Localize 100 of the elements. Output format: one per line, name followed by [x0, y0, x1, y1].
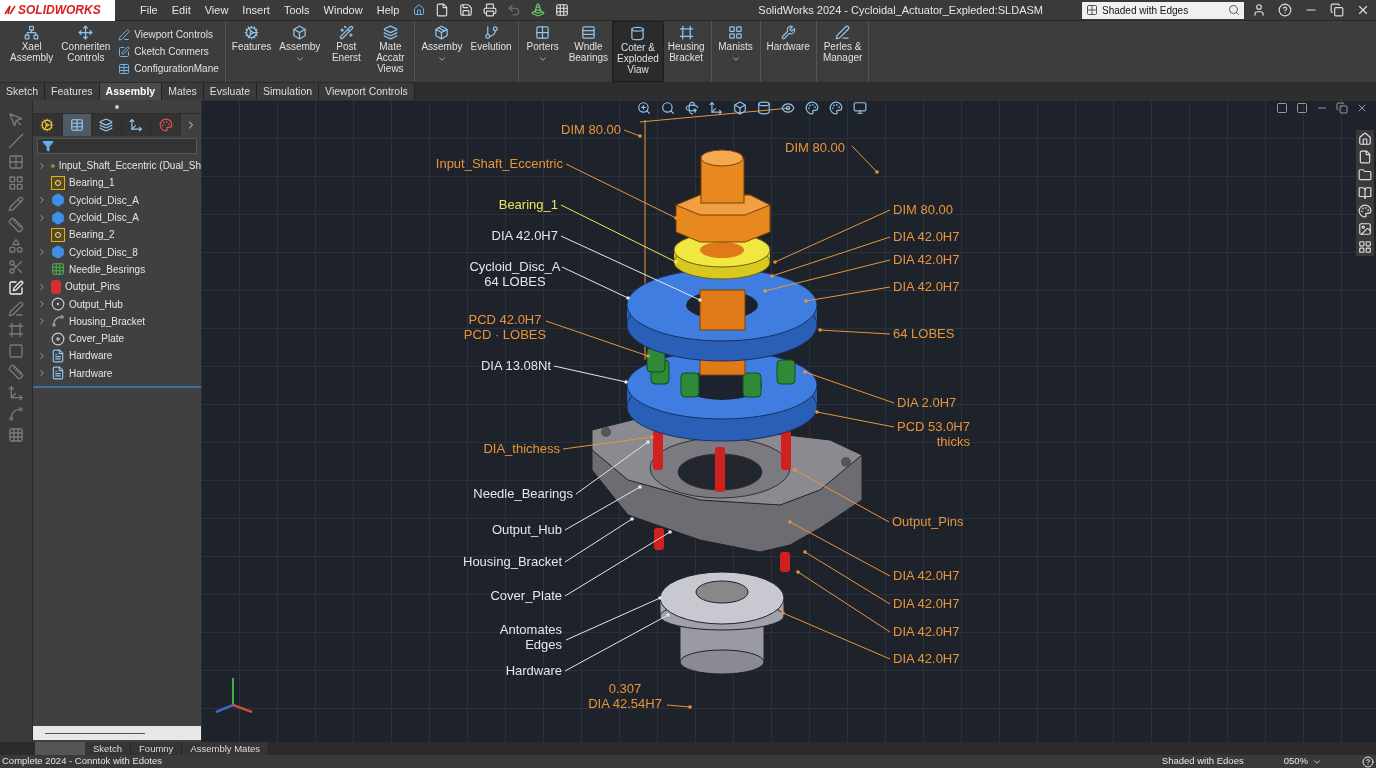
- toolbar-button[interactable]: Porters: [520, 21, 565, 82]
- file-icon[interactable]: [435, 3, 450, 17]
- toolbar-button[interactable]: Features: [227, 21, 276, 82]
- expand-icon[interactable]: [37, 247, 47, 258]
- tree-item[interactable]: Input_Shaft_Eccentric (Dual_Sh: [33, 157, 201, 175]
- close-icon[interactable]: [1356, 3, 1370, 17]
- line-icon[interactable]: [8, 133, 24, 149]
- tree-item[interactable]: Hardware: [33, 347, 201, 365]
- palette-icon[interactable]: [1358, 204, 1372, 218]
- expand-icon[interactable]: [37, 299, 47, 309]
- panel-tab[interactable]: [62, 114, 93, 136]
- menu-item[interactable]: Edit: [171, 1, 191, 19]
- toolbar-button[interactable]: Evelution: [466, 21, 516, 82]
- tree-item[interactable]: Output_Pins: [33, 278, 201, 296]
- book-icon[interactable]: [1358, 186, 1372, 200]
- tab[interactable]: Foumny: [131, 742, 183, 755]
- monitor-icon[interactable]: [853, 101, 867, 115]
- expand-icon[interactable]: [37, 316, 47, 327]
- user-icon[interactable]: [1252, 3, 1266, 17]
- tree-item[interactable]: Bearing_1: [33, 174, 201, 192]
- search-field[interactable]: Shaded with Edges: [1082, 1, 1244, 19]
- expand-icon[interactable]: [37, 368, 47, 379]
- grid-icon[interactable]: [1358, 240, 1372, 254]
- menu-item[interactable]: File: [140, 1, 158, 19]
- ruler-icon[interactable]: [8, 217, 24, 233]
- toolbar-button[interactable]: Heusing Bracket: [663, 21, 709, 82]
- panel-tab[interactable]: [151, 114, 181, 136]
- palette-icon[interactable]: [805, 101, 819, 115]
- frame-icon[interactable]: [8, 322, 24, 338]
- toolbar-button[interactable]: Xael Assembly: [6, 21, 58, 82]
- zoom-icon[interactable]: [637, 101, 651, 115]
- toolbar-button[interactable]: Cketch Conmers: [118, 44, 219, 59]
- tree-item[interactable]: Cycloid_Disc_8: [33, 243, 201, 261]
- toolbar-button[interactable]: ConfigurationMane: [118, 61, 219, 76]
- expand-icon[interactable]: [37, 160, 47, 171]
- cube-icon[interactable]: [733, 101, 747, 115]
- scissors-icon[interactable]: [8, 259, 24, 275]
- spline-icon[interactable]: [8, 406, 24, 422]
- menu-item[interactable]: Insert: [242, 1, 270, 19]
- viewport-canvas[interactable]: [201, 100, 1376, 742]
- help-icon[interactable]: [1362, 755, 1374, 768]
- tab[interactable]: Mates: [162, 83, 204, 100]
- tree-item[interactable]: Hardware: [33, 364, 201, 382]
- folder-icon[interactable]: [1358, 168, 1372, 182]
- menu-item[interactable]: Help: [376, 1, 400, 19]
- zoom-level[interactable]: 050%: [1283, 754, 1308, 768]
- ruler-icon[interactable]: [8, 364, 24, 380]
- tab[interactable]: Assembly Mates: [182, 742, 270, 755]
- toolbar-button[interactable]: Viewport Controls: [118, 27, 219, 42]
- toolbar-button[interactable]: Manists: [713, 21, 758, 82]
- filter-field[interactable]: [37, 138, 197, 154]
- menu-item[interactable]: View: [204, 1, 229, 19]
- close-icon[interactable]: [1356, 102, 1368, 114]
- move-icon[interactable]: [709, 101, 723, 115]
- tree-item[interactable]: Cycloid_Disc_A: [33, 191, 201, 209]
- expand-icon[interactable]: [37, 212, 47, 223]
- toolbar-button[interactable]: Perles & Manager: [818, 21, 867, 82]
- toolbar-button[interactable]: Assemby: [275, 21, 325, 82]
- tab[interactable]: Sketch: [0, 83, 46, 100]
- tree-item[interactable]: Housing_Bracket: [33, 312, 201, 330]
- save-icon[interactable]: [459, 3, 474, 17]
- undo-icon[interactable]: [507, 3, 522, 17]
- tree-item[interactable]: Needle_Besrings: [33, 260, 201, 279]
- file-icon[interactable]: [1358, 150, 1372, 164]
- home-icon[interactable]: [413, 4, 426, 16]
- tree-item[interactable]: Cycloid_Disc_A: [33, 208, 201, 227]
- app-logo[interactable]: SOLIDWORKS: [0, 0, 115, 21]
- tree-item[interactable]: Cover_Plate: [33, 329, 201, 348]
- tab[interactable]: Features: [45, 83, 100, 100]
- shapes-icon[interactable]: [8, 238, 24, 254]
- palette-icon[interactable]: [829, 101, 843, 115]
- square-pen-icon[interactable]: [8, 280, 24, 296]
- cylinder-icon[interactable]: [757, 101, 771, 115]
- menu-item[interactable]: Window: [323, 1, 363, 19]
- eye-icon[interactable]: [781, 101, 795, 115]
- tab[interactable]: Assembly: [99, 83, 163, 100]
- toolbar-button[interactable]: Coter & Exploded Viaw: [612, 21, 664, 82]
- rotate-icon[interactable]: [685, 101, 699, 115]
- restore-icon[interactable]: [1330, 3, 1344, 17]
- restore-icon[interactable]: [1336, 102, 1348, 114]
- pencil-icon[interactable]: [8, 196, 24, 212]
- search-icon[interactable]: [661, 101, 675, 115]
- expand-icon[interactable]: [37, 350, 47, 361]
- panel-tab[interactable]: [33, 114, 63, 136]
- view-icon[interactable]: [1296, 102, 1308, 114]
- toolbar-button[interactable]: Hardware: [762, 21, 814, 82]
- scrollbar[interactable]: [33, 726, 201, 740]
- tab[interactable]: Sketch: [85, 742, 132, 755]
- expand-icon[interactable]: [37, 195, 47, 206]
- panel-tab[interactable]: [92, 114, 122, 136]
- panel-tab[interactable]: [121, 114, 152, 136]
- help-icon[interactable]: [1278, 3, 1292, 17]
- grip-icon[interactable]: [115, 104, 119, 109]
- tab[interactable]: Simulation: [257, 83, 320, 100]
- toolbar-button[interactable]: Wndle Bearings: [564, 21, 613, 82]
- toolbar-button[interactable]: Post Enerst: [324, 21, 369, 82]
- view-icon[interactable]: [1276, 102, 1288, 114]
- toolbar-button[interactable]: Assemby: [417, 21, 467, 82]
- tab[interactable]: Evsluate: [203, 83, 258, 100]
- image-icon[interactable]: [1358, 222, 1372, 236]
